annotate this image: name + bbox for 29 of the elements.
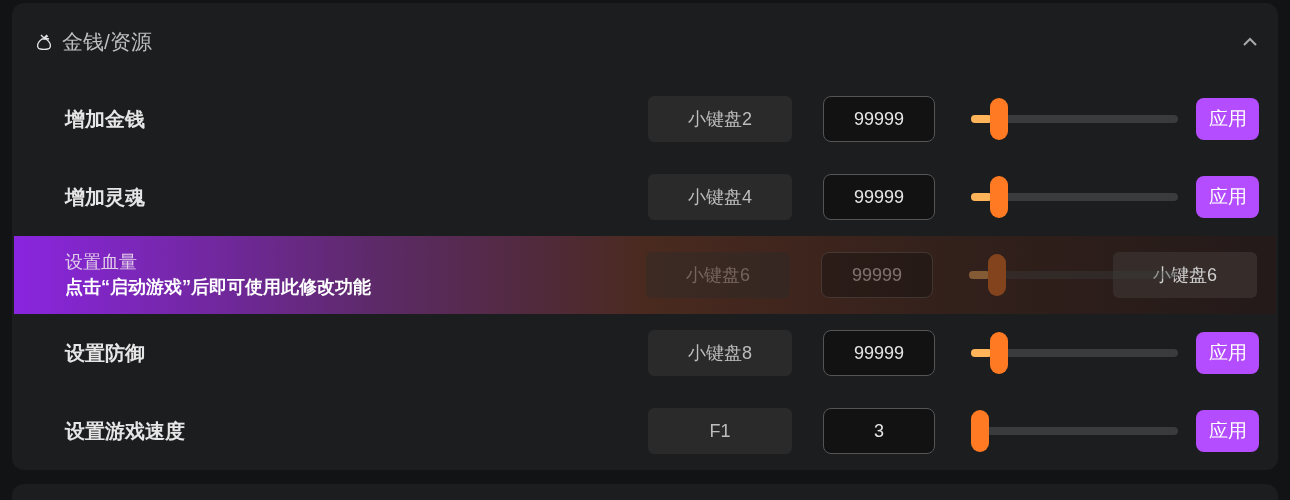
slider[interactable]: [971, 332, 1178, 374]
slider-thumb[interactable]: [989, 176, 1008, 218]
hotkey-button[interactable]: 小键盘2: [648, 96, 792, 142]
chevron-up-icon[interactable]: [1242, 36, 1258, 47]
row-label: 增加灵魂: [65, 185, 146, 210]
slider-thumb[interactable]: [971, 410, 989, 452]
slider[interactable]: [971, 410, 1178, 452]
slider[interactable]: [971, 98, 1178, 140]
apply-button[interactable]: 应用: [1196, 410, 1259, 452]
row-label: 增加金钱: [65, 107, 146, 132]
value-field[interactable]: 99999: [823, 96, 935, 142]
value-field[interactable]: 3: [823, 408, 935, 454]
hotkey-button[interactable]: F1: [648, 408, 792, 454]
value-field[interactable]: 99999: [823, 174, 935, 220]
notice-text: 点击“启动游戏”后即可使用此修改功能: [65, 276, 371, 299]
section-title: 金钱/资源: [62, 28, 153, 55]
row-label: 设置防御: [65, 341, 146, 366]
value-field[interactable]: 99999: [823, 330, 935, 376]
apply-button[interactable]: 应用: [1196, 332, 1259, 374]
slider[interactable]: [971, 176, 1178, 218]
apply-button[interactable]: 应用: [1196, 176, 1259, 218]
money-bag-icon: [36, 32, 52, 51]
hotkey-button[interactable]: 小键盘4: [648, 174, 792, 220]
slider-thumb[interactable]: [989, 98, 1008, 140]
hotkey-button[interactable]: 小键盘8: [648, 330, 792, 376]
slider-thumb[interactable]: [989, 332, 1008, 374]
row-label: 设置血量: [65, 251, 137, 274]
apply-button[interactable]: 应用: [1196, 98, 1259, 140]
row-label: 设置游戏速度: [65, 419, 186, 444]
